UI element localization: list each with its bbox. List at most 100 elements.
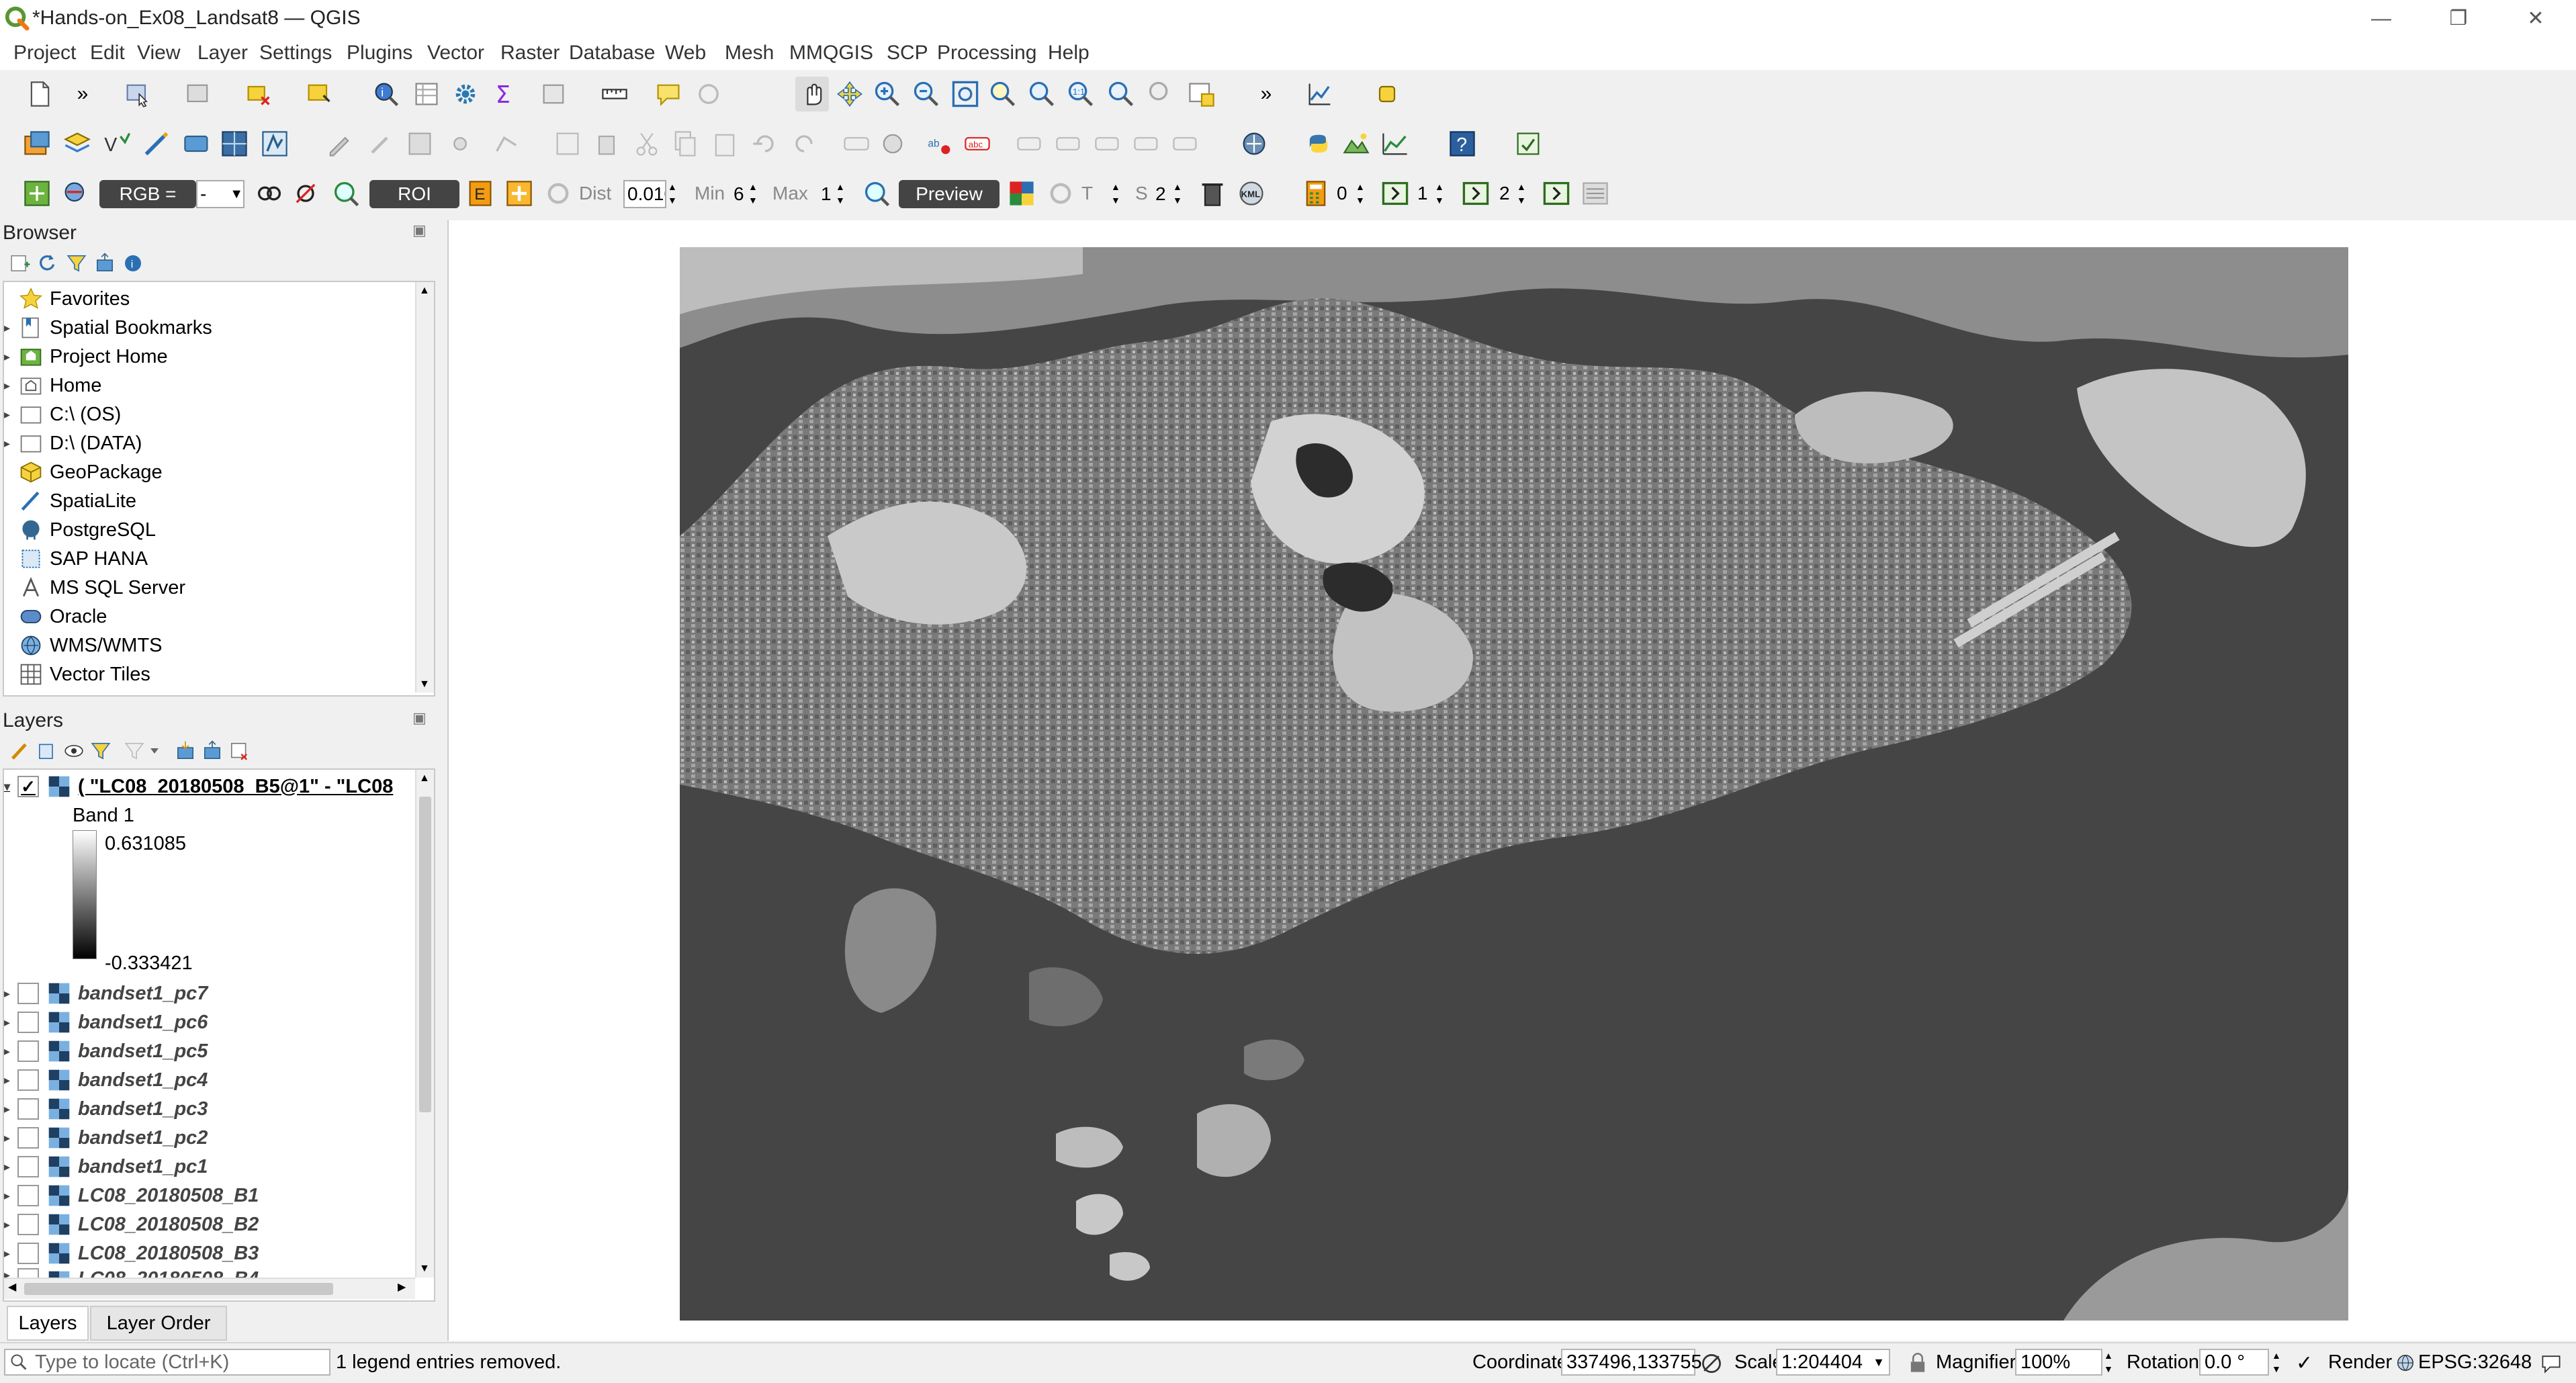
layer-checkbox-checked[interactable]: ✓ [17,776,39,797]
toggle-extents-icon[interactable] [1699,1351,1724,1376]
rotation-field[interactable]: 0.0 ° [2199,1349,2269,1376]
terrain-icon[interactable] [1339,126,1373,161]
menu-help[interactable]: Help [1048,42,1090,64]
more-tools-icon[interactable]: » [66,77,99,111]
minimize-button[interactable]: — [2344,0,2418,38]
chevron-right-icon[interactable]: ▸ [4,350,17,364]
chevron-right-icon[interactable]: ▸ [4,1044,17,1059]
zoom-last-icon[interactable] [1104,77,1138,111]
select-features-icon[interactable] [121,77,154,111]
chevron-right-icon[interactable]: ▸ [4,321,17,335]
max-stepper-icon[interactable]: ▲ ▼ [836,180,849,207]
histogram-icon[interactable] [1378,126,1412,161]
redo-preview-icon[interactable] [1044,176,1077,211]
zoom-out-icon[interactable] [909,77,943,111]
zoom-native-icon[interactable]: 1:1 [1064,77,1098,111]
pin-labels-icon[interactable] [1013,126,1047,161]
add-feature-icon[interactable] [443,126,477,161]
add-roi-icon[interactable] [502,176,536,211]
browser-item-d-drive[interactable]: ▸ D:\ (DATA) [4,429,142,457]
roi-pill[interactable]: ROI [369,180,459,208]
plugin-badge-icon[interactable] [1370,77,1404,111]
crs-button[interactable]: EPSG:32648 [2418,1351,2532,1374]
layer-checkbox[interactable] [17,1156,39,1177]
remove-layer-icon[interactable] [228,740,250,762]
menu-scp[interactable]: SCP [887,42,928,64]
scroll-down-icon[interactable]: ▼ [419,678,430,690]
modify-attributes-icon[interactable] [551,126,584,161]
scp-dock-icon[interactable] [20,176,54,211]
chevron-right-icon[interactable]: ▸ [4,1218,17,1232]
band-calc-icon[interactable] [1299,176,1333,211]
zoom-preview-icon[interactable] [860,176,893,211]
browser-item-spatial-bookmarks[interactable]: ▸ Spatial Bookmarks [4,314,212,342]
browser-item-wms[interactable]: WMS/WMTS [4,631,163,660]
browser-item-postgresql[interactable]: PostgreSQL [4,516,156,544]
manage-visibility-icon[interactable] [63,740,85,762]
layer-checkbox[interactable] [17,983,39,1004]
data-source-manager-icon[interactable] [20,126,54,161]
browser-item-mssql[interactable]: MS SQL Server [4,574,185,602]
layer-item[interactable]: ▸ bandset1_pc4 [4,1066,208,1094]
filter-icon[interactable] [66,253,87,274]
browser-item-geopackage[interactable]: GeoPackage [4,458,163,486]
zoom-to-selection-icon[interactable] [986,77,1020,111]
render-checkbox-icon[interactable]: ✓ [2296,1351,2313,1375]
layer-checkbox[interactable] [17,1069,39,1091]
profile-tool-icon[interactable] [1303,77,1337,111]
chevron-right-icon[interactable]: ▸ [4,1073,17,1087]
pan-to-selection-icon[interactable] [833,77,867,111]
identify-icon[interactable]: i [369,77,403,111]
menu-mmqgis[interactable]: MMQGIS [789,42,873,64]
rotation-stepper-icon[interactable]: ▲ ▼ [2272,1349,2281,1376]
copy-features-icon[interactable] [668,126,701,161]
menu-web[interactable]: Web [665,42,706,64]
menu-view[interactable]: View [137,42,180,64]
close-button[interactable]: ✕ [2499,0,2573,38]
preview-button[interactable]: Preview [899,180,1000,208]
chevron-right-icon[interactable]: ▸ [4,408,17,422]
settings-gear-icon[interactable] [449,77,482,111]
min-stepper-icon[interactable]: ▲ ▼ [748,180,762,207]
kml-icon[interactable]: KML [1235,176,1268,211]
band-stepper-1-icon[interactable]: ▲ ▼ [1435,180,1448,207]
layer-item[interactable]: ▸ bandset1_pc5 [4,1037,208,1065]
chevron-right-icon[interactable]: ▸ [4,1189,17,1203]
dock-float-close-icon[interactable]: ▣ [412,709,427,727]
paste-features-icon[interactable] [708,126,742,161]
expand-all-icon[interactable] [175,740,196,762]
pan-map-icon[interactable] [795,77,829,111]
select-by-location-icon[interactable] [242,77,275,111]
dock-float-close-icon[interactable]: ▣ [412,222,427,239]
scroll-down-icon[interactable]: ▼ [419,1263,430,1275]
magnifier-stepper-icon[interactable]: ▲ ▼ [2104,1349,2113,1376]
band-next-2-icon[interactable] [1540,176,1573,211]
layers-scrollbar-v[interactable]: ▲ ▼ [415,770,434,1278]
scale-field[interactable]: 1:204404 ▼ [1776,1349,1890,1376]
band-next-0-icon[interactable] [1378,176,1412,211]
menu-edit[interactable]: Edit [90,42,125,64]
label-tool-icon[interactable] [840,126,873,161]
collapse-all-icon[interactable] [94,253,116,274]
layer-item[interactable]: ▸ LC08_20180508_B1 [4,1181,259,1210]
virtual-layer-icon[interactable] [180,126,214,161]
browser-item-oracle[interactable]: Oracle [4,603,107,631]
chevron-right-icon[interactable]: ▸ [4,437,17,451]
digitize-icon[interactable] [140,126,173,161]
map-canvas[interactable] [447,220,2576,1341]
layer-item[interactable]: ▸ bandset1_pc6 [4,1008,208,1036]
chevron-right-icon[interactable]: ▸ [4,1247,17,1261]
scroll-thumb[interactable] [419,797,431,1112]
min-input[interactable]: 6 [731,180,746,208]
layer-item[interactable]: ▸ bandset1_pc3 [4,1095,208,1123]
statistics-sum-icon[interactable]: Σ [488,77,521,111]
move-label-icon[interactable] [1091,126,1124,161]
browser-item-vector-tiles[interactable]: Vector Tiles [4,660,150,688]
label-abc-icon[interactable]: ab [923,126,957,161]
chevron-right-icon[interactable]: ▸ [4,1102,17,1116]
collapse-all-layers-icon[interactable] [202,740,223,762]
zoom-full-icon[interactable] [948,77,982,111]
dist-stepper-icon[interactable]: ▲ ▼ [668,180,681,207]
filter-expression-icon[interactable] [124,740,145,762]
refresh-icon[interactable] [36,253,58,274]
